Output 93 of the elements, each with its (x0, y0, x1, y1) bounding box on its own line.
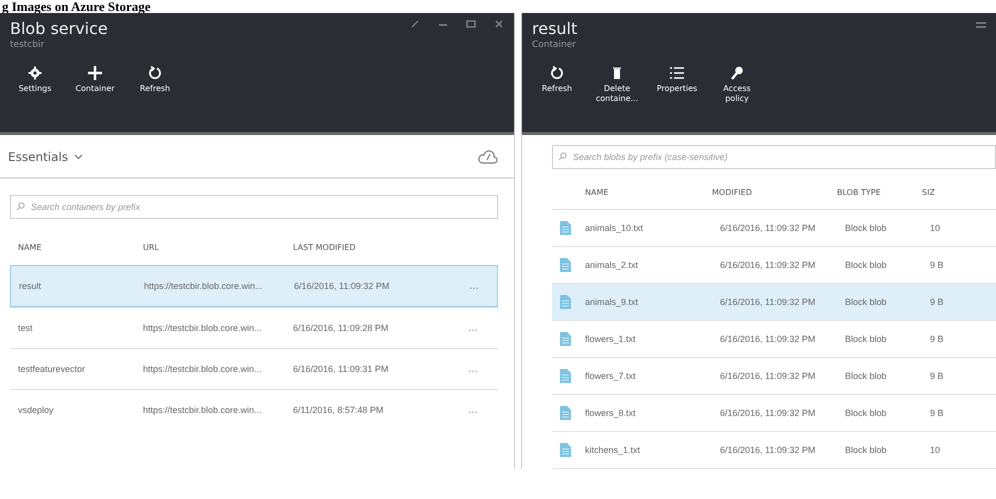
blade-title: Blob service (10, 19, 108, 38)
file-icon (560, 443, 571, 457)
more-button[interactable]: ... (458, 364, 488, 374)
table-cell-text: 9 B (930, 370, 945, 382)
container-row[interactable]: test https://testcbir.blob.core.win... 6/16/2016, 11:09:28 PM ... (10, 307, 498, 348)
refresh-icon (550, 66, 564, 80)
table-cell-text: testfeaturevector (18, 363, 86, 375)
table-cell-text: Block blob (845, 333, 888, 345)
table-cell-text: https://testcbir.blob.core.win... (143, 322, 263, 334)
search-icon (558, 152, 567, 161)
blob-row[interactable]: animals_9.txt 6/16/2016, 11:09:32 PM Block blob 9 B (552, 284, 996, 321)
more-button[interactable]: ... (458, 322, 488, 334)
command-button[interactable]: Refresh (130, 66, 180, 94)
table-cell-text: https://testcbir.blob.core.win... (143, 404, 263, 416)
column-header[interactable]: LAST MODIFIED (293, 242, 458, 252)
search-icon (16, 202, 25, 211)
table-cell-text: https://testcbir.blob.core.win... (143, 363, 263, 375)
table-cell-text: 9 B (930, 407, 945, 419)
command-button[interactable]: Delete containe... (592, 66, 642, 104)
table-cell-text: 6/16/2016, 11:09:32 PM (720, 333, 816, 345)
file-icon (560, 369, 571, 383)
close-icon[interactable] (494, 19, 504, 29)
settings-icon (28, 66, 42, 80)
column-header[interactable]: BLOB TYPE (837, 188, 922, 196)
blob-row[interactable]: flowers_1.txt 6/16/2016, 11:09:32 PM Block blob 9 B (552, 321, 996, 358)
table-cell: animals_9.txt (585, 296, 638, 308)
chevron-down-icon (74, 154, 84, 160)
blob-row[interactable]: flowers_7.txt 6/16/2016, 11:09:32 PM Block blob 9 B (552, 358, 996, 395)
file-icon (560, 406, 571, 420)
table-cell-text: 6/16/2016, 11:09:32 PM (720, 259, 816, 271)
column-header[interactable]: MODIFIED (712, 188, 837, 196)
command-button[interactable]: Refresh (532, 66, 582, 104)
table-cell: flowers_7.txt (585, 370, 636, 382)
column-header[interactable]: SIZ (922, 188, 962, 196)
table-cell-text: 6/11/2016, 8:57:48 PM (293, 404, 384, 416)
container-row[interactable]: testfeaturevector https://testcbir.blob.core.win... 6/16/2016, 11:09:31 PM ... (10, 348, 498, 389)
maximize-icon[interactable] (466, 19, 476, 29)
file-icon (560, 221, 571, 235)
table-cell-text: Block blob (845, 444, 888, 456)
file-icon (560, 332, 571, 346)
plus-icon (88, 66, 102, 80)
blade-title: result (532, 19, 578, 38)
table-cell-text: 9 B (930, 333, 945, 345)
table-cell-text: 6/16/2016, 11:09:32 PM (720, 444, 816, 456)
table-cell-text: Block blob (845, 407, 888, 419)
table-cell-text: 6/16/2016, 11:09:32 PM (720, 296, 816, 308)
search-field[interactable]: Search containers by prefix (10, 195, 498, 219)
file-icon (560, 295, 571, 309)
table-cell-text: 9 B (930, 259, 945, 271)
table-cell-text: Block blob (845, 222, 888, 234)
command-button[interactable]: Container (70, 66, 120, 94)
table-cell-text: 10 (930, 222, 942, 234)
command-button[interactable]: Properties (652, 66, 702, 104)
table-cell-text: result (19, 280, 42, 292)
table-cell-text: 6/16/2016, 11:09:32 PM (720, 222, 816, 234)
table-cell-text: 6/16/2016, 11:09:28 PM (293, 322, 390, 334)
blade-subtitle: testcbir (10, 40, 46, 50)
column-header[interactable]: NAME (18, 242, 143, 252)
container-row[interactable]: vsdeploy https://testcbir.blob.core.win... 6/11/2016, 8:57:48 PM ... (10, 389, 498, 430)
container-row[interactable]: result https://testcbir.blob.core.win... 6/16/2016, 11:09:32 PM ... (10, 265, 498, 307)
table-cell-text: Block blob (845, 259, 888, 271)
refresh-icon (148, 66, 162, 80)
table-cell-text: 6/16/2016, 11:09:32 PM (294, 280, 390, 292)
column-header[interactable]: URL (143, 242, 293, 252)
blob-row[interactable]: flowers_8.txt 6/16/2016, 11:09:32 PM Block blob 9 B (552, 395, 996, 432)
table-cell-text: https://testcbir.blob.core.win... (144, 280, 264, 292)
table-cell: animals_10.txt (585, 222, 644, 234)
key-icon (730, 66, 744, 80)
blade-subtitle: Container (532, 40, 577, 50)
more-button[interactable]: ... (458, 404, 488, 416)
table-cell-text: 9 B (930, 296, 945, 308)
search-field[interactable]: Search blobs by prefix (case-sensitive) (552, 145, 996, 169)
table-cell-text: test (18, 322, 34, 334)
command-button[interactable]: Settings (10, 66, 60, 94)
blob-row[interactable]: kitchens_1.txt 6/16/2016, 11:09:32 PM Block blob 10 (552, 432, 996, 469)
column-header[interactable]: NAME (552, 188, 712, 196)
table-cell-text: 10 (930, 444, 942, 456)
essentials-toggle[interactable]: Essentials (8, 150, 84, 164)
table-cell-text: 6/16/2016, 11:09:32 PM (720, 407, 816, 419)
table-cell: kitchens_1.txt (585, 444, 640, 456)
table-cell: flowers_8.txt (585, 407, 636, 419)
table-cell: animals_2.txt (585, 259, 638, 271)
table-cell-text: 6/16/2016, 11:09:31 PM (293, 363, 390, 375)
table-cell: flowers_1.txt (585, 333, 636, 345)
table-cell-text: vsdeploy (18, 404, 55, 416)
blob-row[interactable]: animals_10.txt 6/16/2016, 11:09:32 PM Block blob 10 (552, 210, 996, 247)
table-cell-text: 6/16/2016, 11:09:32 PM (720, 370, 816, 382)
list-icon (670, 66, 684, 80)
trash-icon (610, 66, 624, 80)
table-cell-text: Block blob (845, 296, 888, 308)
table-cell-text: Block blob (845, 370, 888, 382)
file-icon (560, 258, 571, 272)
command-button[interactable]: Access policy (712, 66, 762, 104)
